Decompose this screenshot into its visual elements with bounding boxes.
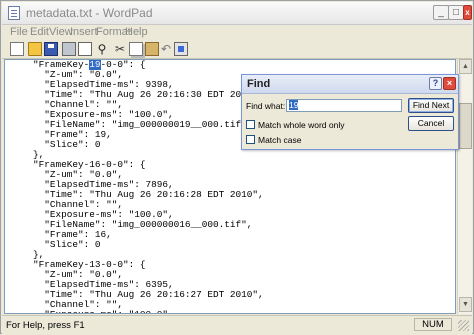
find-what-label: Find what: [246,101,286,111]
save-disk-icon[interactable] [44,42,58,56]
scroll-thumb[interactable] [459,103,472,149]
help-button[interactable]: ? [429,77,442,90]
find-dialog: Find ? × Find what: 19 Find Next Cancel … [241,74,459,150]
toolbar: ⚲ ✂ ↶ [2,41,472,59]
match-case-checkbox[interactable] [246,135,255,144]
wordpad-app-icon [8,6,20,20]
maximize-button[interactable]: □ [448,5,464,20]
menu-insert[interactable]: Insert [70,26,98,38]
close-button[interactable]: x [463,5,472,20]
find-dialog-title: Find [247,78,271,90]
vertical-scrollbar[interactable]: ▲ ▼ [457,59,472,314]
scroll-up-arrow-icon[interactable]: ▲ [459,59,472,74]
open-folder-icon[interactable] [28,42,42,56]
match-case-label: Match case [258,135,302,145]
wordpad-window: metadata.txt - WordPad _ □ x File Edit V… [0,0,474,335]
document-line: "Slice": 0 [33,239,101,250]
print-icon[interactable] [62,42,76,56]
find-what-value: 19 [289,100,299,110]
scroll-down-arrow-icon[interactable]: ▼ [459,297,472,312]
find-next-button[interactable]: Find Next [408,98,454,113]
find-dialog-title-bar[interactable]: Find ? × [242,75,458,94]
find-binoculars-icon[interactable]: ⚲ [95,42,109,56]
menu-file[interactable]: File [10,26,28,38]
undo-icon[interactable]: ↶ [159,42,173,56]
match-whole-word-label: Match whole word only [258,120,345,130]
status-text: For Help, press F1 [6,320,85,331]
title-bar[interactable]: metadata.txt - WordPad _ □ x [2,2,472,25]
find-close-button[interactable]: × [443,77,456,90]
new-document-icon[interactable] [10,42,24,56]
document-text[interactable]: "FrameKey-19-0-0": { "Z-um": "0.0", "Ela… [33,60,264,314]
window-title: metadata.txt - WordPad [26,6,153,20]
match-whole-word-checkbox[interactable] [246,120,255,129]
document-line: "Exposure-ms": "100.0", [33,310,264,314]
num-lock-indicator: NUM [414,318,452,331]
print-preview-icon[interactable] [78,42,92,56]
cut-scissors-icon[interactable]: ✂ [113,42,127,56]
status-bar: For Help, press F1 NUM [2,315,472,335]
insert-object-icon[interactable] [174,42,188,56]
cancel-button[interactable]: Cancel [408,116,454,131]
copy-icon[interactable] [129,42,143,56]
resize-grip-icon[interactable] [458,320,469,331]
menu-edit[interactable]: Edit [30,26,49,38]
document-line: "Slice": 0 [33,139,101,150]
menu-bar: File Edit View Insert Format Help [2,25,472,40]
minimize-button[interactable]: _ [433,5,449,20]
menu-help[interactable]: Help [125,26,148,38]
find-what-input[interactable]: 19 [286,99,402,112]
paste-icon[interactable] [145,42,159,56]
